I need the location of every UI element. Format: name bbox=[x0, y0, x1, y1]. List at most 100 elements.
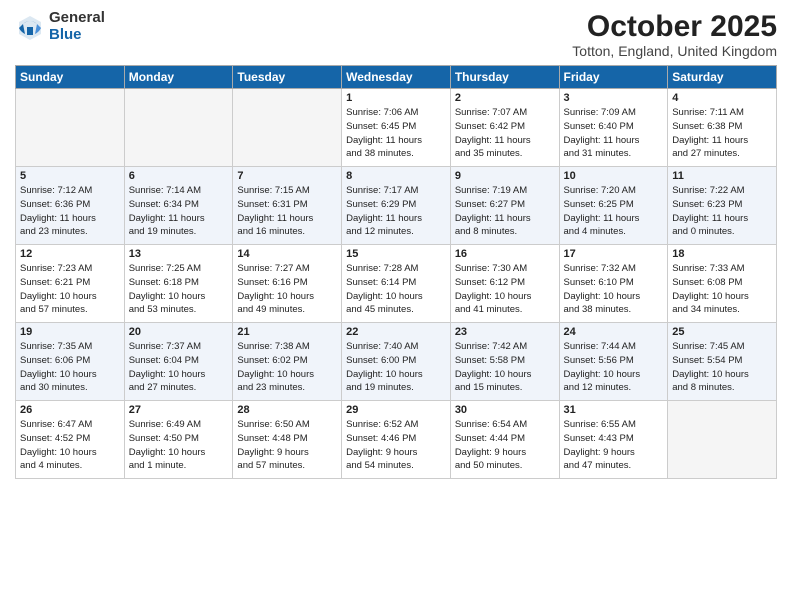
day-info: Sunrise: 7:12 AM Sunset: 6:36 PM Dayligh… bbox=[20, 184, 120, 239]
table-row bbox=[124, 89, 233, 167]
logo-blue: Blue bbox=[49, 27, 105, 44]
day-info: Sunrise: 6:47 AM Sunset: 4:52 PM Dayligh… bbox=[20, 418, 120, 473]
day-number: 21 bbox=[237, 326, 337, 338]
day-info: Sunrise: 7:42 AM Sunset: 5:58 PM Dayligh… bbox=[455, 340, 555, 395]
title-block: October 2025 Totton, England, United Kin… bbox=[572, 10, 777, 59]
day-info: Sunrise: 7:44 AM Sunset: 5:56 PM Dayligh… bbox=[564, 340, 664, 395]
day-number: 31 bbox=[564, 404, 664, 416]
table-row: 11Sunrise: 7:22 AM Sunset: 6:23 PM Dayli… bbox=[668, 167, 777, 245]
table-row bbox=[16, 89, 125, 167]
day-number: 28 bbox=[237, 404, 337, 416]
day-info: Sunrise: 7:37 AM Sunset: 6:04 PM Dayligh… bbox=[129, 340, 229, 395]
table-row: 27 Sunrise: 6:49 AM Sunset: 4:50 PM Dayli… bbox=[124, 401, 233, 479]
day-number: 20 bbox=[129, 326, 229, 338]
table-row: 4 Sunrise: 7:11 AM Sunset: 6:38 PM Daylig… bbox=[668, 89, 777, 167]
table-row: 14 Sunrise: 7:27 AM Sunset: 6:16 PM Dayli… bbox=[233, 245, 342, 323]
day-number: 18 bbox=[672, 248, 772, 260]
calendar-header-row: Sunday Monday Tuesday Wednesday Thursday… bbox=[16, 66, 777, 89]
table-row: 26 Sunrise: 6:47 AM Sunset: 4:52 PM Dayli… bbox=[16, 401, 125, 479]
table-row: 18 Sunrise: 7:33 AM Sunset: 6:08 PM Dayli… bbox=[668, 245, 777, 323]
header-wednesday: Wednesday bbox=[342, 66, 451, 89]
table-row: 7Sunrise: 7:15 AM Sunset: 6:31 PM Daylig… bbox=[233, 167, 342, 245]
table-row: 28Sunrise: 6:50 AM Sunset: 4:48 PM Dayli… bbox=[233, 401, 342, 479]
table-row: 6Sunrise: 7:14 AM Sunset: 6:34 PM Daylig… bbox=[124, 167, 233, 245]
logo-text: General Blue bbox=[49, 10, 105, 43]
table-row bbox=[233, 89, 342, 167]
day-info: Sunrise: 7:17 AM Sunset: 6:29 PM Dayligh… bbox=[346, 184, 446, 239]
table-row: 29 Sunrise: 6:52 AM Sunset: 4:46 PM Dayli… bbox=[342, 401, 451, 479]
day-number: 22 bbox=[346, 326, 446, 338]
day-number: 14 bbox=[237, 248, 337, 260]
logo-icon bbox=[15, 12, 45, 42]
header-saturday: Saturday bbox=[668, 66, 777, 89]
table-row: 15Sunrise: 7:28 AM Sunset: 6:14 PM Dayli… bbox=[342, 245, 451, 323]
day-info: Sunrise: 7:35 AM Sunset: 6:06 PM Dayligh… bbox=[20, 340, 120, 395]
day-number: 5 bbox=[20, 170, 120, 182]
day-info: Sunrise: 7:45 AM Sunset: 5:54 PM Dayligh… bbox=[672, 340, 772, 395]
table-row: 22 Sunrise: 7:40 AM Sunset: 6:00 PM Dayli… bbox=[342, 323, 451, 401]
table-row: 17 Sunrise: 7:32 AM Sunset: 6:10 PM Dayli… bbox=[559, 245, 668, 323]
day-number: 29 bbox=[346, 404, 446, 416]
day-number: 3 bbox=[564, 92, 664, 104]
day-number: 25 bbox=[672, 326, 772, 338]
location: Totton, England, United Kingdom bbox=[572, 43, 777, 59]
table-row: 10Sunrise: 7:20 AM Sunset: 6:25 PM Dayli… bbox=[559, 167, 668, 245]
day-info: Sunrise: 7:38 AM Sunset: 6:02 PM Dayligh… bbox=[237, 340, 337, 395]
table-row: 24 Sunrise: 7:44 AM Sunset: 5:56 PM Dayli… bbox=[559, 323, 668, 401]
header: General Blue October 2025 Totton, Englan… bbox=[15, 10, 777, 59]
calendar-row: 26 Sunrise: 6:47 AM Sunset: 4:52 PM Dayli… bbox=[16, 401, 777, 479]
day-number: 7 bbox=[237, 170, 337, 182]
day-number: 26 bbox=[20, 404, 120, 416]
day-number: 27 bbox=[129, 404, 229, 416]
table-row: 30Sunrise: 6:54 AM Sunset: 4:44 PM Dayli… bbox=[450, 401, 559, 479]
table-row: 25 Sunrise: 7:45 AM Sunset: 5:54 PM Dayli… bbox=[668, 323, 777, 401]
day-number: 15 bbox=[346, 248, 446, 260]
table-row: 12 Sunrise: 7:23 AM Sunset: 6:21 PM Dayli… bbox=[16, 245, 125, 323]
day-number: 19 bbox=[20, 326, 120, 338]
header-thursday: Thursday bbox=[450, 66, 559, 89]
day-info: Sunrise: 7:30 AM Sunset: 6:12 PM Dayligh… bbox=[455, 262, 555, 317]
table-row: 16 Sunrise: 7:30 AM Sunset: 6:12 PM Dayli… bbox=[450, 245, 559, 323]
day-number: 9 bbox=[455, 170, 555, 182]
day-info: Sunrise: 7:06 AM Sunset: 6:45 PM Dayligh… bbox=[346, 106, 446, 161]
day-info: Sunrise: 7:33 AM Sunset: 6:08 PM Dayligh… bbox=[672, 262, 772, 317]
day-info: Sunrise: 7:40 AM Sunset: 6:00 PM Dayligh… bbox=[346, 340, 446, 395]
day-info: Sunrise: 7:27 AM Sunset: 6:16 PM Dayligh… bbox=[237, 262, 337, 317]
table-row: 21 Sunrise: 7:38 AM Sunset: 6:02 PM Dayli… bbox=[233, 323, 342, 401]
day-number: 8 bbox=[346, 170, 446, 182]
day-info: Sunrise: 7:32 AM Sunset: 6:10 PM Dayligh… bbox=[564, 262, 664, 317]
table-row: 8 Sunrise: 7:17 AM Sunset: 6:29 PM Daylig… bbox=[342, 167, 451, 245]
calendar-table: Sunday Monday Tuesday Wednesday Thursday… bbox=[15, 65, 777, 479]
day-number: 4 bbox=[672, 92, 772, 104]
day-info: Sunrise: 7:14 AM Sunset: 6:34 PM Dayligh… bbox=[129, 184, 229, 239]
header-monday: Monday bbox=[124, 66, 233, 89]
logo-general: General bbox=[49, 10, 105, 27]
page: General Blue October 2025 Totton, Englan… bbox=[0, 0, 792, 612]
table-row: 9Sunrise: 7:19 AM Sunset: 6:27 PM Daylig… bbox=[450, 167, 559, 245]
day-number: 24 bbox=[564, 326, 664, 338]
day-number: 2 bbox=[455, 92, 555, 104]
day-number: 12 bbox=[20, 248, 120, 260]
month-title: October 2025 bbox=[572, 10, 777, 43]
table-row: 19 Sunrise: 7:35 AM Sunset: 6:06 PM Dayli… bbox=[16, 323, 125, 401]
day-number: 16 bbox=[455, 248, 555, 260]
table-row: 13 Sunrise: 7:25 AM Sunset: 6:18 PM Dayli… bbox=[124, 245, 233, 323]
day-info: Sunrise: 7:11 AM Sunset: 6:38 PM Dayligh… bbox=[672, 106, 772, 161]
day-number: 13 bbox=[129, 248, 229, 260]
table-row: 20 Sunrise: 7:37 AM Sunset: 6:04 PM Dayli… bbox=[124, 323, 233, 401]
day-info: Sunrise: 7:07 AM Sunset: 6:42 PM Dayligh… bbox=[455, 106, 555, 161]
day-number: 17 bbox=[564, 248, 664, 260]
table-row: 31 Sunrise: 6:55 AM Sunset: 4:43 PM Dayli… bbox=[559, 401, 668, 479]
calendar-row: 5 Sunrise: 7:12 AM Sunset: 6:36 PM Daylig… bbox=[16, 167, 777, 245]
calendar-row: 12 Sunrise: 7:23 AM Sunset: 6:21 PM Dayli… bbox=[16, 245, 777, 323]
day-number: 23 bbox=[455, 326, 555, 338]
day-info: Sunrise: 6:55 AM Sunset: 4:43 PM Dayligh… bbox=[564, 418, 664, 473]
day-info: Sunrise: 7:23 AM Sunset: 6:21 PM Dayligh… bbox=[20, 262, 120, 317]
day-number: 30 bbox=[455, 404, 555, 416]
day-info: Sunrise: 6:52 AM Sunset: 4:46 PM Dayligh… bbox=[346, 418, 446, 473]
day-number: 10 bbox=[564, 170, 664, 182]
day-info: Sunrise: 6:49 AM Sunset: 4:50 PM Dayligh… bbox=[129, 418, 229, 473]
day-number: 11 bbox=[672, 170, 772, 182]
day-info: Sunrise: 7:25 AM Sunset: 6:18 PM Dayligh… bbox=[129, 262, 229, 317]
day-number: 1 bbox=[346, 92, 446, 104]
